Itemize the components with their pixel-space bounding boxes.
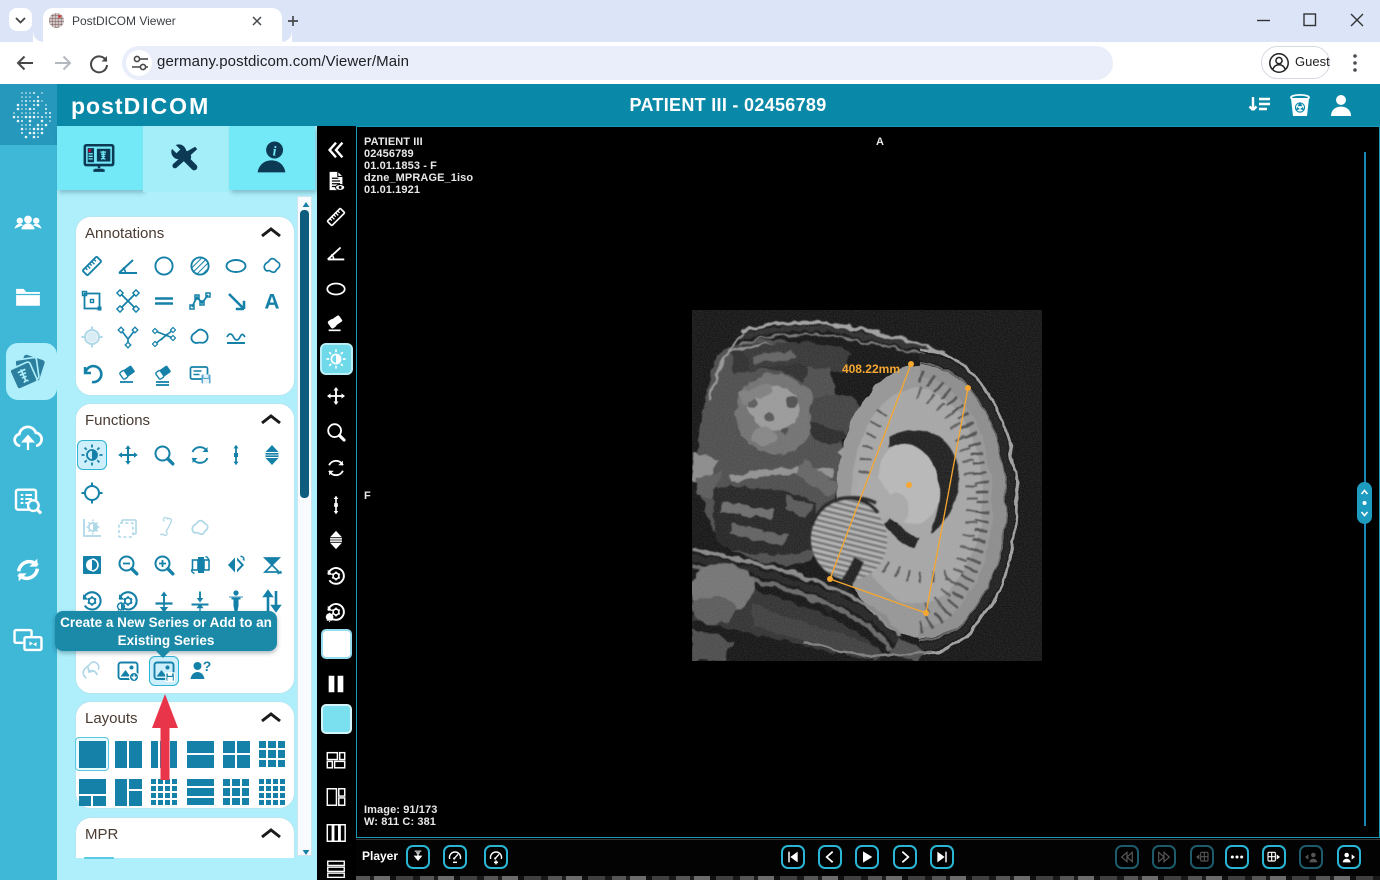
svg-text:408.22mm: 408.22mm xyxy=(842,362,900,376)
svg-text:i: i xyxy=(273,144,277,159)
svg-text:?: ? xyxy=(203,659,212,674)
svg-text:A: A xyxy=(264,291,279,314)
